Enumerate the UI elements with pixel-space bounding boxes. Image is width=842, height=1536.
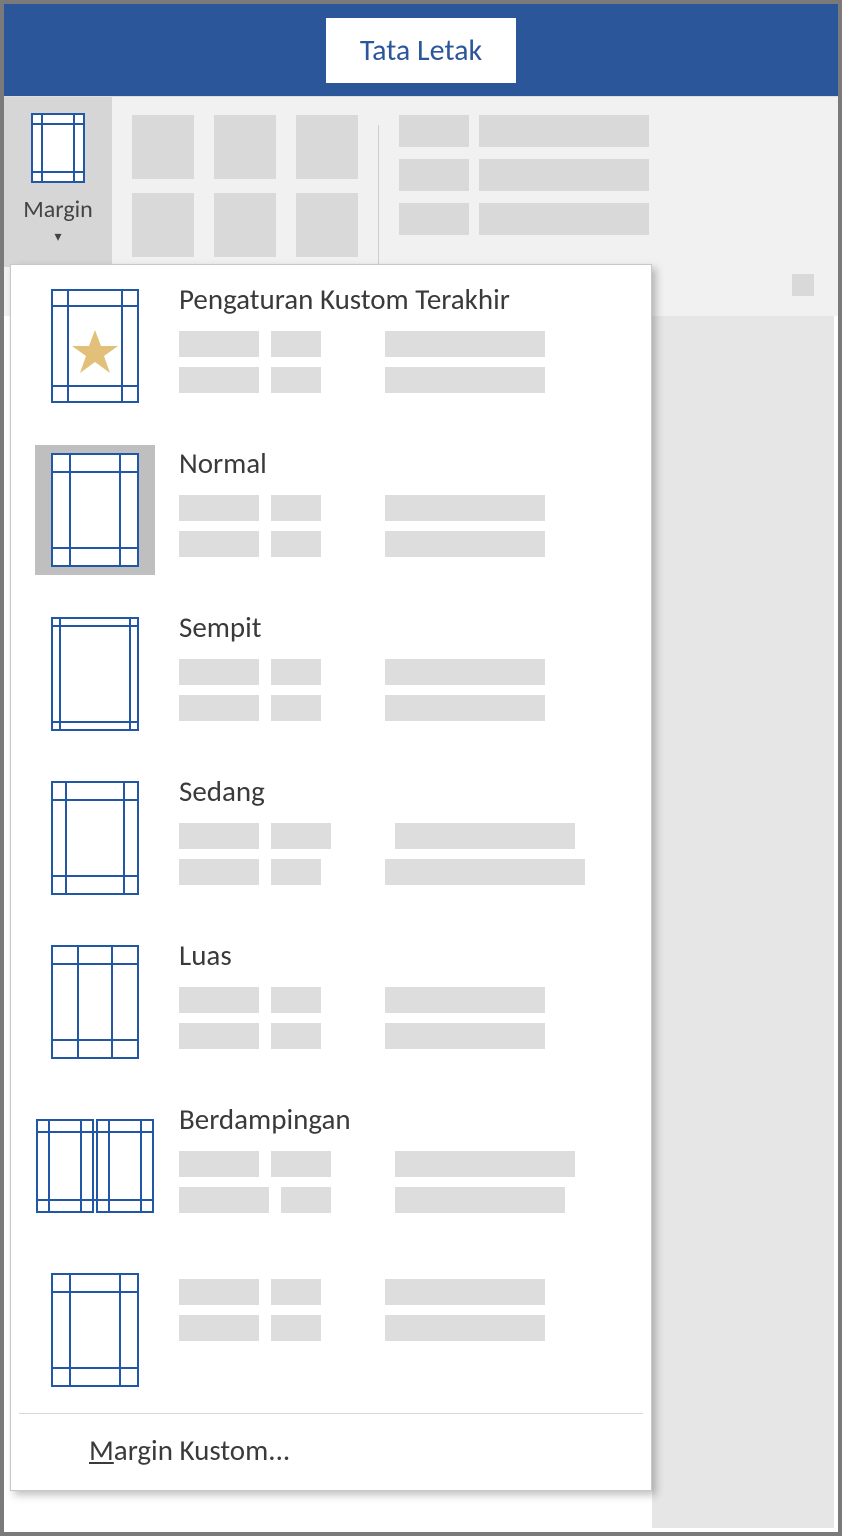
margin-option-title: Pengaturan Kustom Terakhir [179,281,631,317]
margin-option-mirrored[interactable]: Berdampingan [11,1085,651,1249]
margin-option-last-custom[interactable]: Pengaturan Kustom Terakhir [11,265,651,429]
margin-option-title: Normal [179,445,631,481]
document-area [652,316,834,1528]
margin-option-title: Sempit [179,609,631,645]
custom-margins-hotkey: M [89,1432,114,1468]
margin-thumb-extra-icon [35,1265,155,1395]
margin-option-title: Luas [179,937,631,973]
ribbon-group-launcher-icon[interactable] [792,274,814,296]
margin-thumb-moderate-icon [35,773,155,903]
ribbon-titlebar: Tata Letak [4,4,838,96]
custom-margins-label: argin Kustom... [114,1432,290,1468]
ribbon-placeholder [112,97,838,267]
custom-margins-menu-item[interactable]: Margin Kustom... [11,1414,651,1490]
margin-option-title: Berdampingan [179,1101,631,1137]
margin-thumb-wide-icon [35,937,155,1067]
margin-option-normal[interactable]: Normal [11,429,651,593]
margin-thumb-mirrored-icon [35,1101,155,1231]
chevron-down-icon: ▾ [54,228,61,245]
margins-dropdown: Pengaturan Kustom Terakhir Normal [10,264,652,1491]
margin-thumb-last-custom-icon [35,281,155,411]
margins-icon [23,107,93,189]
margin-option-wide[interactable]: Luas [11,921,651,1085]
margin-option-title: Sedang [179,773,631,809]
margins-button-label: Margin [23,195,92,224]
margin-thumb-normal-icon [35,445,155,575]
margin-thumb-narrow-icon [35,609,155,739]
margins-button[interactable]: Margin ▾ [4,97,112,267]
margin-option-extra[interactable] [11,1249,651,1413]
margin-option-narrow[interactable]: Sempit [11,593,651,757]
margin-option-moderate[interactable]: Sedang [11,757,651,921]
tab-layout[interactable]: Tata Letak [326,18,516,83]
